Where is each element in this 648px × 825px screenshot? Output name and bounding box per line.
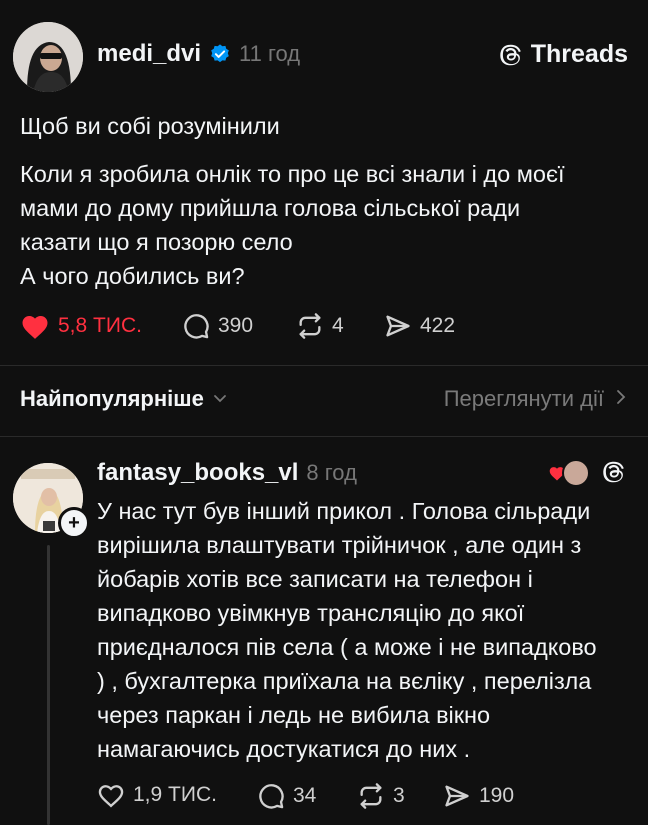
post-repost-button[interactable]: 4 <box>296 312 344 340</box>
post-share-button[interactable]: 422 <box>384 312 455 340</box>
post-line: Щоб ви собі розумінили <box>20 113 280 139</box>
reply-line: намагаючись достукатися до них . <box>97 736 471 762</box>
reply-like-count: 1,9 ТИС. <box>133 783 217 806</box>
post-line: казати що я позорю село <box>20 229 293 255</box>
post-line: Коли я зробила онлік то про це всі знали… <box>20 161 565 187</box>
post-repost-count: 4 <box>332 314 344 337</box>
reply-comment-button[interactable]: 34 <box>257 782 316 810</box>
reply-share-count: 190 <box>479 784 515 807</box>
reply-author-username[interactable]: fantasy_books_vl <box>97 459 298 487</box>
reply-line: через паркан і ледь не вибила вікно <box>97 702 491 728</box>
threads-brand-label: Threads <box>530 40 628 68</box>
repost-icon <box>357 782 385 810</box>
follow-plus-button[interactable]: + <box>58 507 90 539</box>
view-activity-link[interactable]: Переглянути дії <box>444 386 628 412</box>
send-icon <box>384 312 412 340</box>
post-like-count: 5,8 ТИС. <box>58 314 142 337</box>
post-comment-count: 390 <box>218 314 254 337</box>
reply-line: вирішила влаштувати трійничок , але один… <box>97 532 582 558</box>
post-share-count: 422 <box>420 314 456 337</box>
section-divider <box>0 365 648 366</box>
thread-connector-line <box>47 545 50 825</box>
post-timestamp: 11 год <box>239 41 301 66</box>
repost-icon <box>296 312 324 340</box>
threads-small-icon[interactable] <box>600 458 628 491</box>
reply-line: приєдналося пів села ( а може і не випад… <box>97 634 597 660</box>
sort-dropdown[interactable]: Найпопулярніше <box>20 386 228 412</box>
reply-like-button[interactable]: 1,9 ТИС. <box>97 782 217 808</box>
verified-badge-icon <box>209 43 231 65</box>
heart-outline-icon <box>97 782 125 808</box>
comment-bubble-icon <box>182 312 210 340</box>
sort-label: Найпопулярніше <box>20 386 204 411</box>
heart-filled-icon <box>20 312 50 340</box>
reply-comment-count: 34 <box>293 784 317 807</box>
post-comment-button[interactable]: 390 <box>182 312 253 340</box>
chevron-right-icon <box>614 386 628 412</box>
post-author-username[interactable]: medi_dvi <box>97 40 201 68</box>
author-liked-indicator <box>548 457 590 487</box>
reply-repost-count: 3 <box>393 784 405 807</box>
reply-share-button[interactable]: 190 <box>443 782 514 810</box>
avatar-image <box>13 22 83 92</box>
reply-line: У нас тут був інший прикол . Голова сіль… <box>97 498 591 524</box>
threads-brand[interactable]: Threads <box>497 40 628 69</box>
post-author-avatar[interactable] <box>13 22 83 92</box>
post-line: А чого добились ви? <box>20 263 245 289</box>
reply-line: йобарів хотів все записати на телефон і <box>97 566 533 592</box>
reply-line: випадково увімкнув трансляцію до якої <box>97 600 525 626</box>
post-line: мами до дому прийшла голова сільської ра… <box>20 195 521 221</box>
comment-bubble-icon <box>257 782 285 810</box>
reply-repost-button[interactable]: 3 <box>357 782 405 810</box>
threads-logo-icon <box>497 41 525 69</box>
reply-line: ) , бухгалтерка приїхала на вєліку , пер… <box>97 668 592 694</box>
reply-timestamp: 8 год <box>306 460 357 485</box>
chevron-down-icon <box>212 386 228 412</box>
view-activity-label: Переглянути дії <box>443 386 604 411</box>
send-icon <box>443 782 471 810</box>
post-like-button[interactable]: 5,8 ТИС. <box>20 312 142 340</box>
liker-avatar <box>562 459 590 487</box>
section-divider <box>0 436 648 437</box>
